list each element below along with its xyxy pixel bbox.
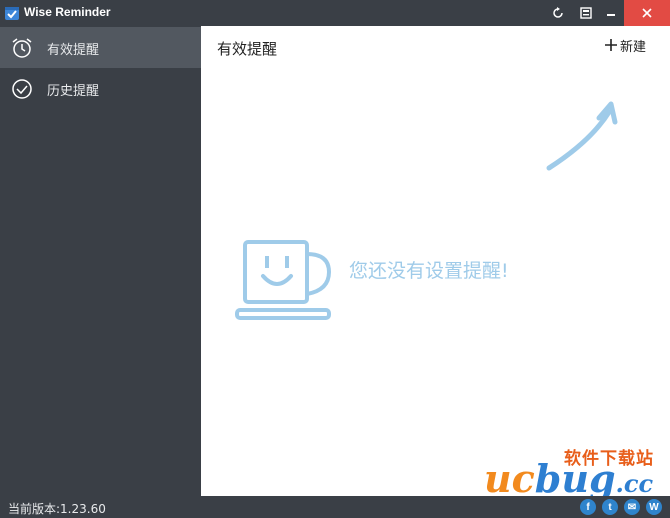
plus-icon [605, 39, 617, 51]
new-reminder-button[interactable]: 新建 [604, 35, 646, 55]
main-panel: 有效提醒 新建 您还没有设置提醒! [201, 26, 670, 496]
watermark-bug: bug [534, 456, 616, 501]
email-icon[interactable]: ✉ [624, 499, 640, 515]
sidebar-item-history-reminders[interactable]: 历史提醒 [0, 68, 201, 109]
sidebar-item-active-reminders[interactable]: 有效提醒 [0, 27, 201, 68]
check-circle-icon [12, 79, 32, 99]
arrow-up-right-icon [546, 101, 618, 171]
page-title: 有效提醒 [217, 40, 278, 58]
empty-state-message: 您还没有设置提醒! [349, 260, 509, 282]
sidebar-item-label: 有效提醒 [47, 43, 100, 58]
refresh-icon [553, 7, 563, 18]
sidebar: 有效提醒 历史提醒 [0, 26, 201, 496]
new-button-label: 新建 [620, 39, 647, 55]
site-watermark: 软件下载站 ucbug.cc [484, 444, 670, 501]
refresh-button[interactable] [544, 0, 572, 26]
facebook-icon[interactable]: f [580, 499, 596, 515]
title-bar: Wise Reminder [0, 0, 670, 26]
wise-site-icon[interactable]: W [646, 499, 662, 515]
smiling-cup-icon [235, 240, 331, 320]
version-label: 当前版本:1.23.60 [8, 502, 106, 516]
watermark-cc: .cc [615, 469, 654, 498]
window-title: Wise Reminder [24, 5, 111, 19]
minimize-icon [607, 14, 615, 16]
settings-panel-icon [580, 7, 592, 19]
close-icon [642, 8, 652, 18]
status-bar: 当前版本:1.23.60 f t ✉ W [0, 496, 670, 518]
close-button[interactable] [624, 0, 670, 26]
settings-button[interactable] [572, 0, 600, 26]
sidebar-item-label: 历史提醒 [47, 84, 100, 99]
app-logo-icon [5, 7, 19, 20]
watermark-uc: uc [484, 456, 535, 501]
twitter-icon[interactable]: t [602, 499, 618, 515]
alarm-clock-icon [12, 38, 32, 58]
watermark-logo: ucbug.cc [484, 456, 653, 501]
minimize-button[interactable] [597, 0, 625, 26]
